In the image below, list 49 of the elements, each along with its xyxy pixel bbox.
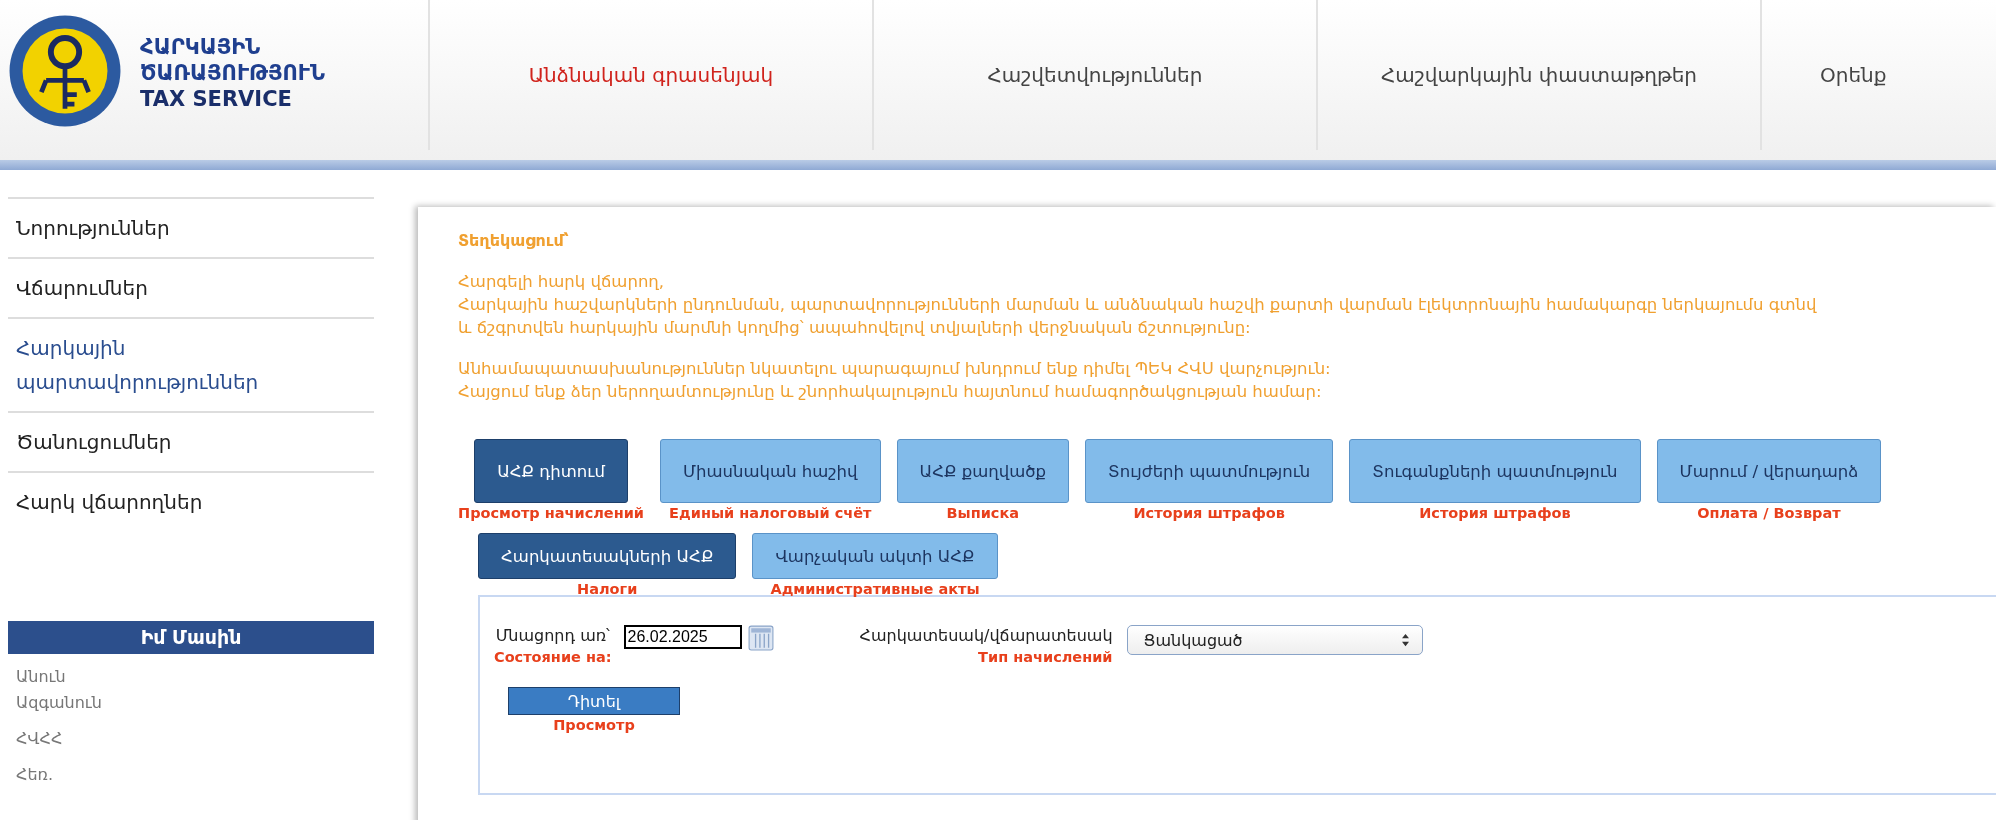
translation-caption: Единый налоговый счёт bbox=[669, 504, 872, 523]
profile-field-label: Հեռ. bbox=[16, 764, 55, 786]
section-tab[interactable]: Մարում / վերադարձ bbox=[1656, 439, 1882, 503]
translation-caption: Административные акты bbox=[770, 580, 980, 599]
profile-field-label: Անուն bbox=[16, 666, 67, 688]
about-header: Իմ Մասին bbox=[8, 621, 374, 654]
notice-text: և ճշգրտվեն հարկային մարմնի կողմից՝ ապահովելով տվյալների վերջնական ճշտությունը: bbox=[458, 317, 1252, 339]
nav-link[interactable]: Հաշվարկային փաստաթղթեր bbox=[1316, 0, 1760, 150]
nav-link[interactable]: Օրենք bbox=[1760, 0, 1996, 150]
translation-caption: Оплата / Возврат bbox=[1697, 504, 1841, 523]
translation-caption: Выписка bbox=[946, 504, 1020, 523]
translation-caption: Тип начислений bbox=[978, 648, 1113, 667]
logo-text: ԾԱՌԱՅՈՒԹՅՈՒՆ bbox=[140, 60, 325, 86]
section-tab[interactable]: ԱՀՔ դիտում bbox=[474, 439, 628, 503]
section-tab[interactable]: Միասնական հաշիվ bbox=[660, 439, 881, 503]
translation-caption: Просмотр bbox=[553, 716, 635, 735]
nav-link[interactable]: Հաշվետվություններ bbox=[872, 0, 1316, 150]
translation-caption: Просмотр начислений bbox=[458, 504, 645, 523]
translation-caption: История штрафов bbox=[1419, 504, 1571, 523]
translation-caption: Налоги bbox=[577, 580, 638, 599]
sidebar-item[interactable]: Ծանուցումներ bbox=[8, 411, 374, 471]
notice-text: Հայցում ենք ձեր ներողամտությունը և շնորհակալություն հայտնում համագործակցության համար: bbox=[458, 381, 1323, 403]
sidebar-item[interactable]: Վճարումներ bbox=[8, 257, 374, 317]
calendar-icon[interactable] bbox=[747, 625, 774, 651]
sub-tab[interactable]: Վարչական ակտի ԱՀՔ bbox=[752, 533, 998, 579]
view-button[interactable]: Դիտել bbox=[508, 687, 680, 715]
notice-text: Հարկային հաշվարկների ընդունման, պարտավորությունների մարման և անձնական հաշվի քարտի վարման էլեկտրոնային համակարգը ներկայումս գտնվ bbox=[458, 294, 1818, 316]
section-tab[interactable]: ԱՀՔ քաղվածք bbox=[896, 439, 1070, 503]
translation-caption: Состояние на: bbox=[494, 648, 612, 667]
date-label: Մնացորդ առ՝ bbox=[495, 625, 610, 647]
type-label: Հարկատեսակ/վճարատեսակ bbox=[859, 625, 1113, 647]
sidebar-item[interactable]: Նորություններ bbox=[8, 197, 374, 257]
profile-field-label: ՀՎՀՀ bbox=[16, 728, 64, 750]
sidebar-item[interactable]: Հարկային պարտավորություններ bbox=[8, 317, 374, 411]
nav-link[interactable]: Անձնական գրասենյակ bbox=[428, 0, 872, 150]
notice-title: Տեղեկացում՝ bbox=[458, 231, 570, 250]
section-tab[interactable]: Տույժերի պատմություն bbox=[1085, 439, 1334, 503]
updown-arrow-icon bbox=[1400, 633, 1410, 647]
notice-text: Հարգելի հարկ վճարող, bbox=[458, 271, 666, 293]
notice-text: Անհամապատասխանություններ նկատելու պարագայում խնդրում ենք դիմել ՊԵԿ ՀՎՍ վարչություն: bbox=[458, 358, 1332, 380]
logo-text: TAX SERVICE bbox=[140, 86, 293, 112]
sidebar-item[interactable]: Հարկ վճարողներ bbox=[8, 471, 374, 531]
profile-field-label: Ազգանուն bbox=[16, 692, 103, 714]
translation-caption: История штрафов bbox=[1133, 504, 1285, 523]
sub-tab[interactable]: Հարկատեսակների ԱՀՔ bbox=[478, 533, 737, 579]
logo-text: ՀԱՐԿԱՅԻՆ bbox=[140, 34, 262, 60]
date-input[interactable]: 26.02.2025 bbox=[623, 625, 742, 649]
section-tab[interactable]: Տուգանքների պատմություն bbox=[1349, 439, 1641, 503]
type-select[interactable]: Ցանկացած bbox=[1126, 625, 1423, 655]
